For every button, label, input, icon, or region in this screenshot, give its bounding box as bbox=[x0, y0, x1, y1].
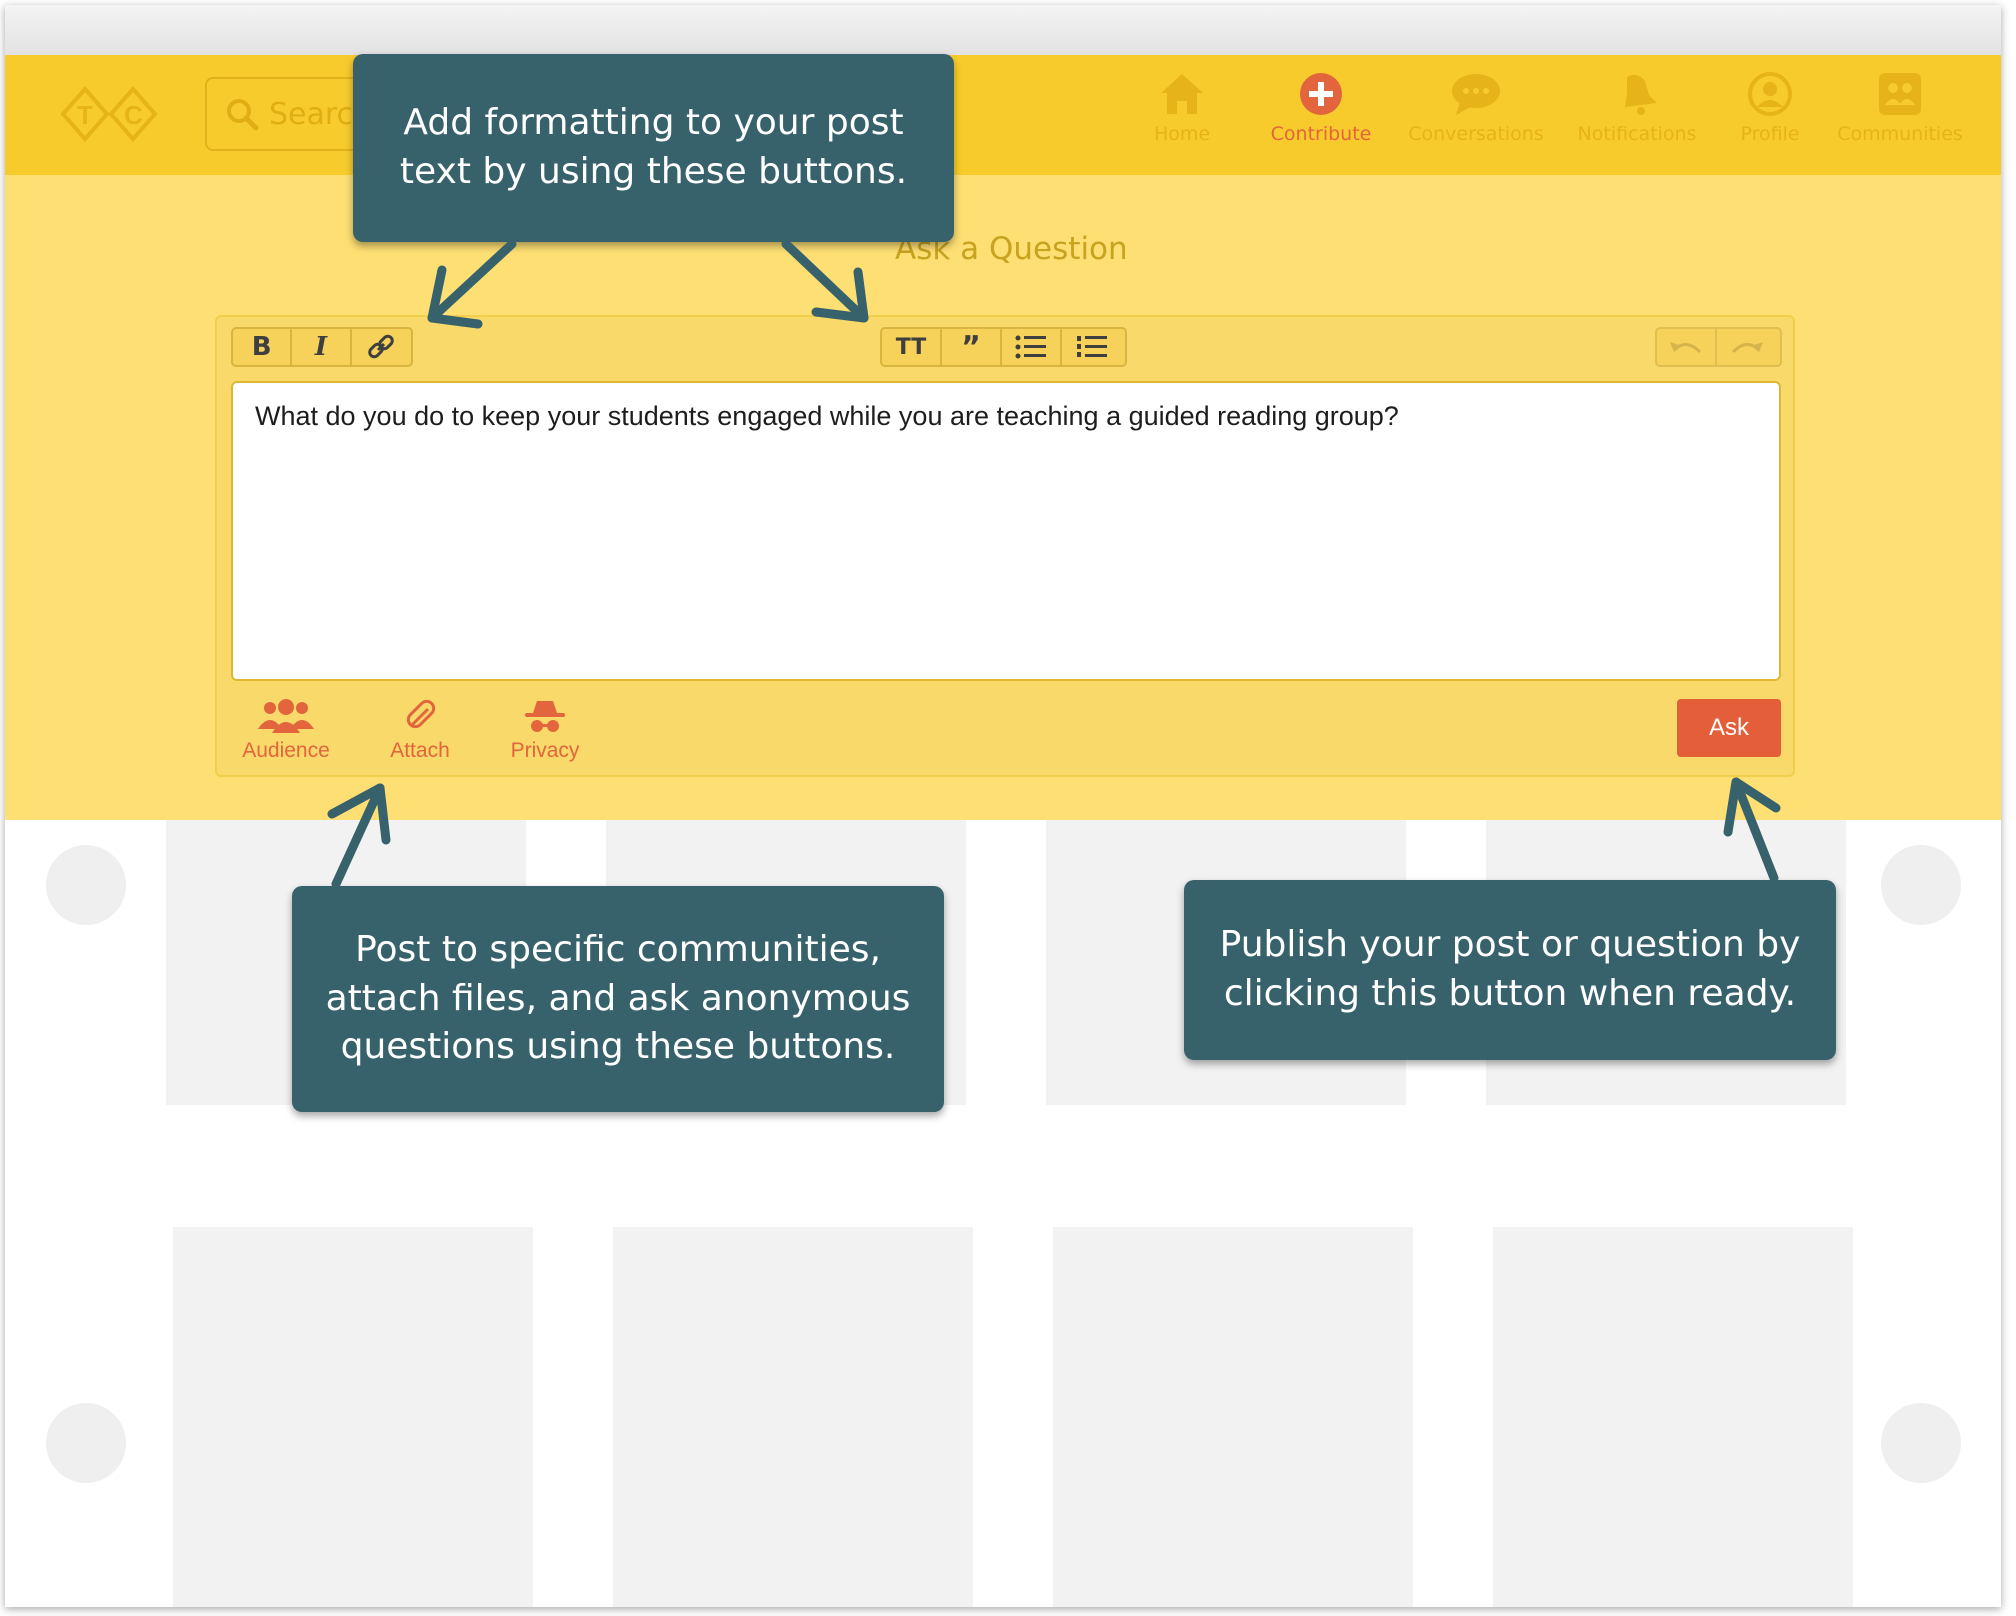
nav-profile-label: Profile bbox=[1740, 123, 1800, 145]
block-format-toolbar: TT ” bbox=[880, 327, 1127, 367]
text-size-icon: TT bbox=[895, 334, 927, 360]
bullet-list-icon bbox=[1015, 335, 1046, 359]
top-navbar: T C Search Home Contribute Conversations… bbox=[5, 55, 2001, 175]
svg-text:C: C bbox=[124, 100, 143, 130]
card-placeholder bbox=[613, 1227, 973, 1607]
italic-icon: I bbox=[314, 332, 328, 362]
nav-profile[interactable]: Profile bbox=[1695, 71, 1845, 171]
history-toolbar bbox=[1655, 327, 1782, 367]
paperclip-icon bbox=[406, 699, 436, 729]
carousel-next-button[interactable] bbox=[1881, 845, 1961, 925]
plus-circle-icon bbox=[1300, 73, 1342, 115]
nav-communities-label: Communities bbox=[1837, 123, 1963, 145]
app-window: T C Search Home Contribute Conversations… bbox=[5, 5, 2001, 1607]
home-icon bbox=[1161, 74, 1203, 114]
browser-top-strip bbox=[5, 5, 2001, 55]
group-icon bbox=[258, 699, 314, 733]
callout-publish: Publish your post or question by clickin… bbox=[1184, 880, 1836, 1060]
nav-home[interactable]: Home bbox=[1107, 71, 1257, 171]
carousel-next-button[interactable] bbox=[1881, 1403, 1961, 1483]
italic-button[interactable]: I bbox=[292, 329, 352, 365]
undo-icon bbox=[1670, 342, 1702, 354]
spy-icon bbox=[525, 701, 565, 732]
nav-contribute[interactable]: Contribute bbox=[1246, 71, 1396, 171]
bold-button[interactable]: B bbox=[233, 329, 293, 365]
text-size-button[interactable]: TT bbox=[882, 329, 942, 365]
privacy-label: Privacy bbox=[510, 739, 580, 762]
quote-button[interactable]: ” bbox=[942, 329, 1002, 365]
post-editor: B I TT ” What do you do to keep your stu… bbox=[215, 315, 1795, 777]
carousel-prev-button[interactable] bbox=[46, 1403, 126, 1483]
nav-conversations-label: Conversations bbox=[1408, 123, 1544, 145]
card-placeholder bbox=[1053, 1227, 1413, 1607]
attach-button[interactable]: Attach bbox=[365, 699, 475, 763]
privacy-button[interactable]: Privacy bbox=[490, 699, 600, 763]
card-placeholder bbox=[173, 1227, 533, 1607]
user-icon bbox=[1748, 72, 1792, 116]
link-icon bbox=[368, 334, 395, 359]
redo-icon bbox=[1731, 342, 1763, 354]
compose-panel: Ask a Question B I TT ” What do you do t… bbox=[5, 175, 2001, 820]
callout-formatting: Add formatting to your post text by usin… bbox=[353, 54, 954, 242]
search-icon bbox=[227, 99, 259, 131]
undo-button[interactable] bbox=[1657, 329, 1717, 365]
post-text-input[interactable]: What do you do to keep your students eng… bbox=[231, 381, 1781, 681]
svg-text:T: T bbox=[77, 100, 93, 130]
card-placeholder bbox=[1493, 1227, 1853, 1607]
nav-contribute-label: Contribute bbox=[1270, 123, 1372, 145]
audience-button[interactable]: Audience bbox=[231, 699, 341, 763]
communities-icon bbox=[1879, 73, 1921, 115]
attach-label: Attach bbox=[390, 739, 450, 762]
redo-button[interactable] bbox=[1717, 329, 1777, 365]
numbered-list-button[interactable] bbox=[1062, 329, 1122, 365]
nav-communities[interactable]: Communities bbox=[1825, 71, 1975, 171]
bold-icon: B bbox=[251, 332, 272, 362]
inline-format-toolbar: B I bbox=[231, 327, 413, 367]
chat-bubble-icon bbox=[1452, 74, 1500, 115]
ask-button[interactable]: Ask bbox=[1677, 699, 1781, 757]
audience-label: Audience bbox=[242, 739, 330, 762]
logo[interactable]: T C bbox=[55, 77, 165, 151]
nav-notifications-label: Notifications bbox=[1577, 123, 1697, 145]
nav-notifications[interactable]: Notifications bbox=[1562, 71, 1712, 171]
bullet-list-button[interactable] bbox=[1002, 329, 1062, 365]
callout-actions: Post to specific communities, attach fil… bbox=[292, 886, 944, 1112]
nav-conversations[interactable]: Conversations bbox=[1401, 71, 1551, 171]
link-button[interactable] bbox=[352, 329, 411, 365]
numbered-list-icon bbox=[1077, 336, 1107, 357]
bell-icon bbox=[1625, 74, 1657, 115]
quote-icon: ” bbox=[961, 329, 981, 365]
carousel-prev-button[interactable] bbox=[46, 845, 126, 925]
nav-home-label: Home bbox=[1153, 123, 1211, 145]
